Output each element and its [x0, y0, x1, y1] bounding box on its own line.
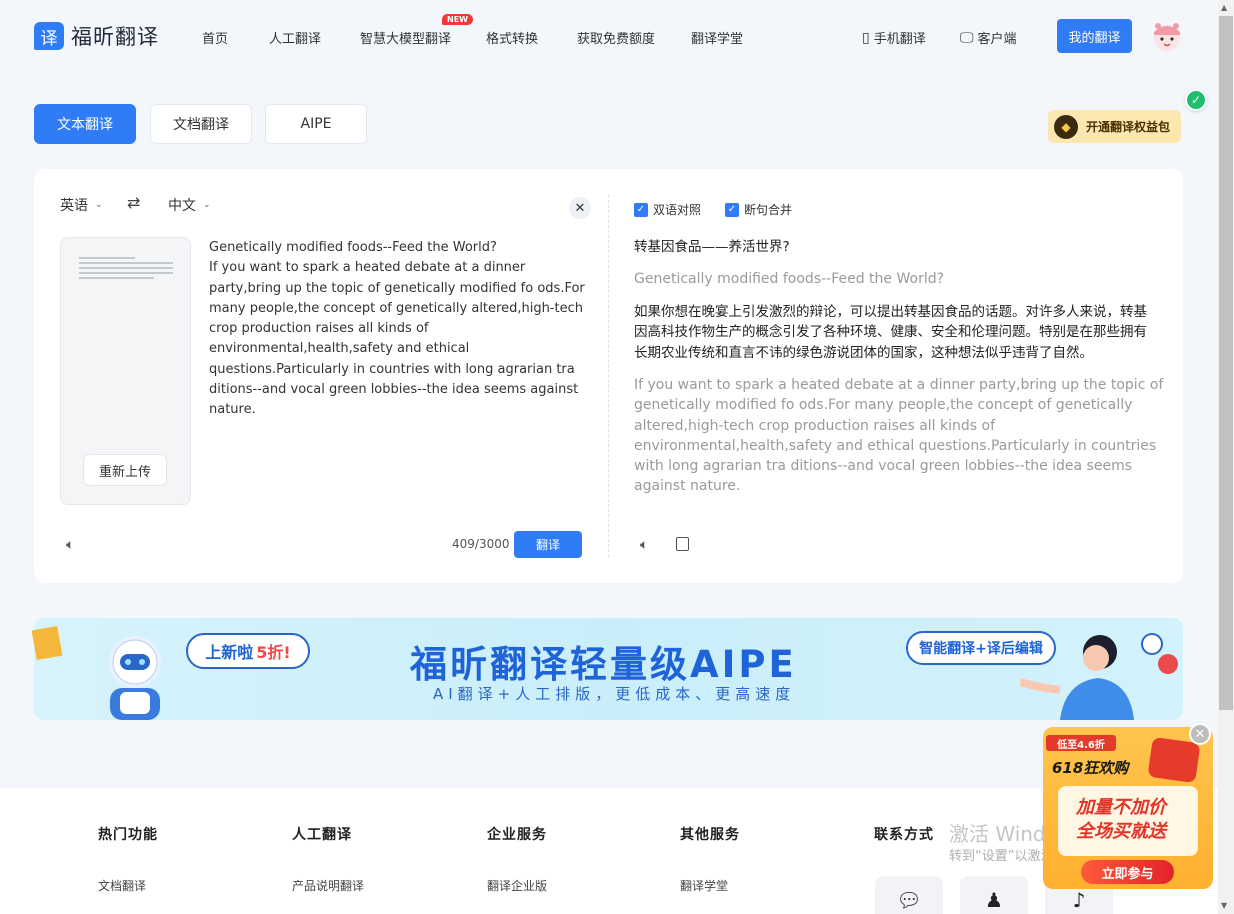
chevron-down-icon: ⌄ — [95, 200, 103, 210]
footer-heading-enterprise: 企业服务 — [487, 827, 547, 843]
footer-link-enterprise-edition[interactable]: 翻译企业版 — [487, 877, 547, 894]
output-paragraph-en: Genetically modified foods--Feed the Wor… — [634, 271, 945, 287]
top-header: 译 福昕翻译 首页 人工翻译 智慧大模型翻译 格式转换 获取免费额度 翻译学堂 … — [0, 0, 1218, 74]
target-language-label: 中文 — [168, 198, 196, 214]
reupload-button[interactable]: 重新上传 — [83, 454, 167, 486]
promo-line-1: 加量不加价 — [1076, 797, 1166, 818]
footer-heading-contact: 联系方式 — [874, 827, 934, 843]
sticky-note-decoration — [31, 625, 63, 661]
nav-free-quota[interactable]: 获取免费额度 — [577, 28, 655, 47]
brand-logo[interactable]: 译 福昕翻译 — [34, 21, 159, 51]
discount-value: 5折! — [256, 643, 291, 662]
scrollbar-thumb[interactable] — [1219, 16, 1233, 710]
logo-icon: 译 — [34, 22, 64, 50]
footer-heading-other-services: 其他服务 — [680, 827, 740, 843]
output-paragraph-cn: 转基因食品——养活世界? — [634, 239, 790, 255]
output-paragraph-en: If you want to spark a heated debate at … — [634, 377, 1164, 495]
tab-text-translation[interactable]: 文本翻译 — [34, 104, 136, 144]
bilingual-checkbox[interactable]: ✓ 双语对照 — [634, 201, 701, 218]
wechat-button[interactable]: 💬︎ — [875, 876, 943, 914]
new-discount-label: 上新啦 — [205, 643, 254, 662]
promo-join-button[interactable]: 立即参与 — [1081, 860, 1174, 884]
footer-link-product-manual[interactable]: 产品说明翻译 — [292, 877, 364, 894]
merge-sentences-label: 断句合并 — [744, 203, 793, 217]
robot-illustration — [109, 636, 161, 720]
tiktok-icon: ♪ — [1072, 888, 1086, 912]
character-count: 409/3000 — [452, 537, 510, 551]
speaker-icon[interactable]: 🔈︎ — [640, 537, 648, 553]
nav-home[interactable]: 首页 — [202, 28, 228, 47]
footer-link-document-translation[interactable]: 文档翻译 — [98, 877, 146, 894]
scroll-down-icon[interactable]: ▼ — [1221, 901, 1227, 910]
panel-divider — [608, 195, 609, 557]
banner-title: 福昕翻译轻量级AIPE — [410, 643, 797, 686]
client-link[interactable]: 🖵 客户端 — [960, 28, 1017, 48]
monitor-icon: 🖵 — [960, 29, 974, 46]
scroll-up-icon[interactable]: ▲ — [1221, 3, 1227, 12]
close-icon[interactable]: ✕ — [1189, 723, 1211, 745]
nav-llm-translation[interactable]: 智慧大模型翻译 — [360, 28, 451, 47]
footer-heading-hot-features: 热门功能 — [98, 827, 158, 843]
speaker-icon[interactable]: 🔈︎ — [66, 537, 74, 553]
diamond-icon: ◆ — [1054, 114, 1078, 139]
clear-text-button[interactable]: ✕ — [569, 197, 591, 219]
pointing-girl-illustration — [1020, 633, 1178, 720]
merge-sentences-checkbox[interactable]: ✓ 断句合并 — [725, 201, 792, 218]
mobile-translation-label: 手机翻译 — [873, 32, 926, 47]
nav-translation-school[interactable]: 翻译学堂 — [691, 28, 743, 47]
mobile-translation-link[interactable]: ▯ 手机翻译 — [862, 28, 926, 48]
output-paragraph-cn: 如果你想在晚宴上引发激烈的辩论，可以提出转基因食品的话题。对许多人来说，转基因高… — [634, 304, 1147, 361]
nav-format-conversion[interactable]: 格式转换 — [486, 28, 538, 47]
qq-button[interactable]: ♟ — [960, 876, 1028, 914]
qq-icon: ♟ — [985, 888, 1003, 912]
benefit-pack-label: 开通翻译权益包 — [1086, 120, 1171, 134]
banner-subtitle: AI翻译+人工排版，更低成本、更高速度 — [433, 685, 796, 703]
swap-languages-icon[interactable]: ⇄ — [127, 193, 140, 212]
benefit-pack-button[interactable]: ◆ 开通翻译权益包 — [1048, 110, 1181, 143]
logo-text: 福昕翻译 — [71, 25, 159, 49]
new-badge: NEW — [442, 14, 473, 25]
avatar[interactable] — [1150, 18, 1184, 54]
source-text: Genetically modified foods--Feed the Wor… — [209, 240, 585, 418]
footer-heading-human-translation: 人工翻译 — [292, 827, 352, 843]
bilingual-label: 双语对照 — [653, 203, 702, 217]
preview-text-lines — [79, 257, 173, 282]
source-language-label: 英语 — [60, 198, 88, 214]
promo-headline: 618狂欢购 — [1052, 759, 1129, 777]
checkbox-checked-icon: ✓ — [634, 202, 648, 217]
my-translation-button[interactable]: 我的翻译 — [1057, 19, 1132, 53]
tab-document-translation[interactable]: 文档翻译 — [150, 104, 252, 144]
source-language-select[interactable]: 英语 ⌄ — [60, 195, 103, 215]
chevron-down-icon: ⌄ — [203, 200, 211, 210]
wechat-icon: 💬︎ — [896, 888, 922, 912]
promo-line-2: 全场买就送 — [1076, 821, 1166, 842]
phone-icon: ▯ — [862, 29, 870, 46]
footer-link-translation-school[interactable]: 翻译学堂 — [680, 877, 728, 894]
floating-assistant-icon[interactable]: ✓ — [1185, 89, 1207, 111]
tab-aipe[interactable]: AIPE — [265, 104, 367, 144]
nav-human-translation[interactable]: 人工翻译 — [269, 28, 321, 47]
target-language-select[interactable]: 中文 ⌄ — [168, 195, 211, 215]
gift-box-icon — [1147, 736, 1201, 784]
client-label: 客户端 — [977, 32, 1017, 47]
copy-icon[interactable] — [676, 537, 689, 551]
checkbox-checked-icon: ✓ — [725, 202, 739, 217]
promo-discount-tag: 低至4.6折 — [1046, 735, 1116, 751]
source-text-area[interactable]: Genetically modified foods--Feed the Wor… — [209, 238, 585, 421]
new-discount-pill: 上新啦 5折! — [186, 633, 310, 669]
translate-button[interactable]: 翻译 — [514, 531, 582, 558]
